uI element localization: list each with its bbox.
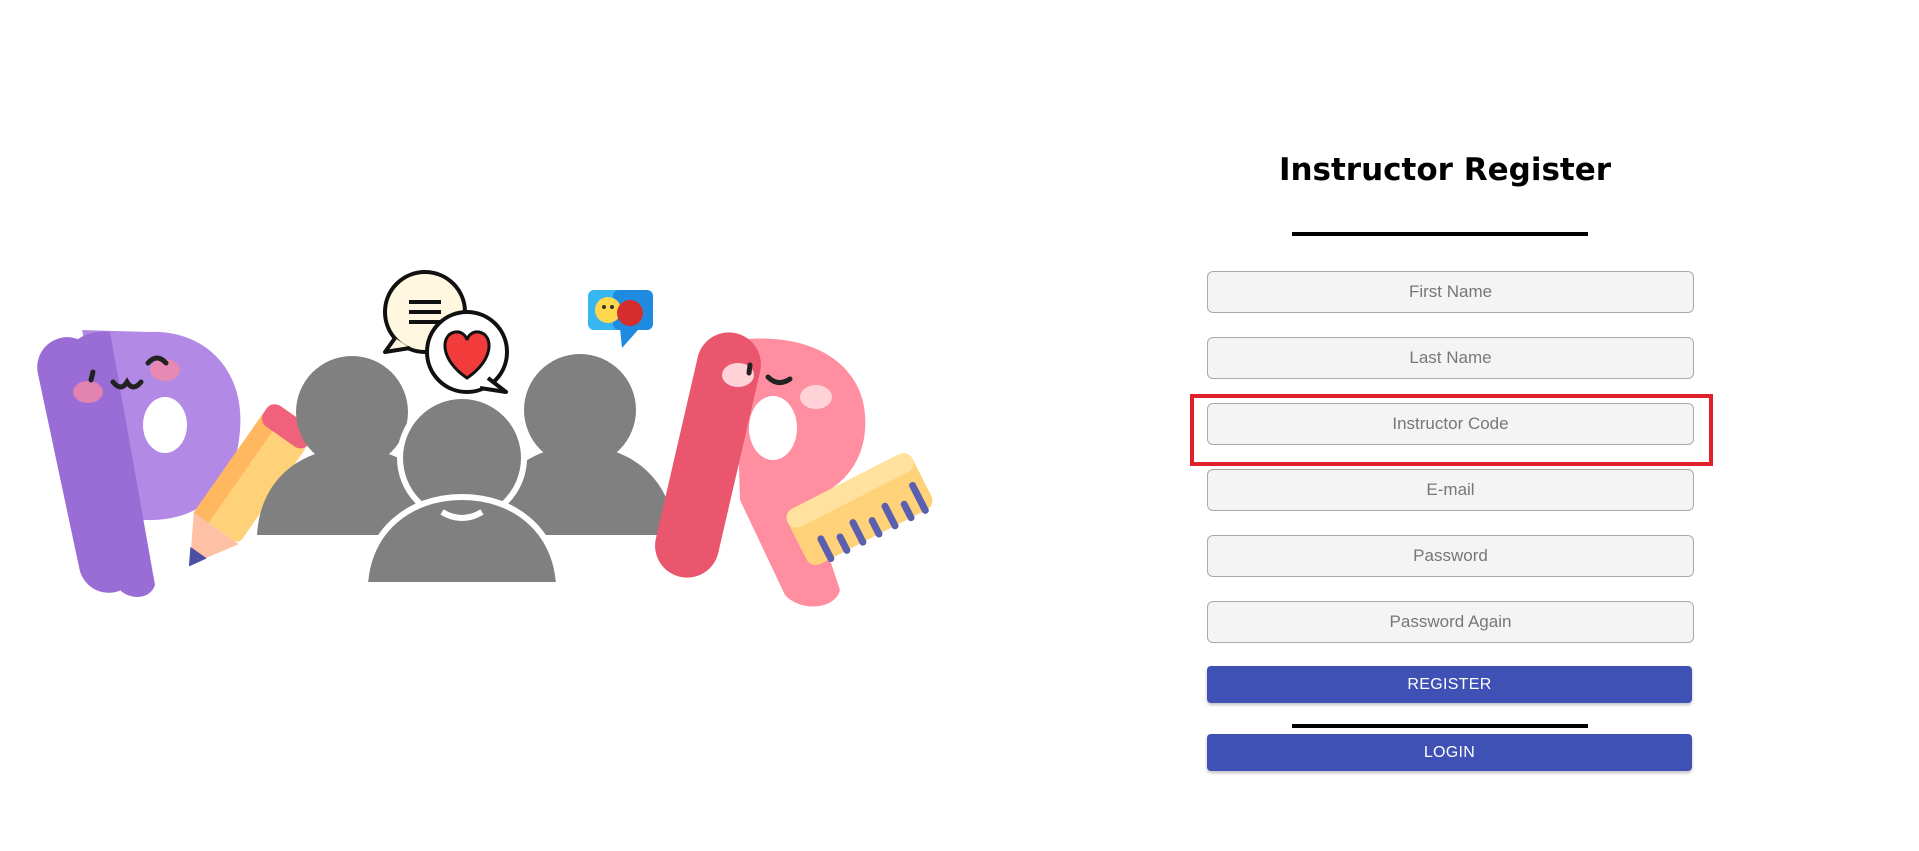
title-divider bbox=[1292, 232, 1588, 236]
last-name-field[interactable] bbox=[1207, 337, 1694, 379]
heart-bubble-icon bbox=[425, 310, 509, 394]
letter-p-icon bbox=[37, 330, 241, 597]
register-button[interactable]: REGISTER bbox=[1207, 666, 1692, 703]
button-divider bbox=[1292, 724, 1588, 728]
emoji-masks-icon bbox=[588, 290, 653, 348]
hero-illustration bbox=[0, 0, 1000, 851]
instructor-code-field[interactable] bbox=[1207, 403, 1694, 445]
letter-r-icon bbox=[655, 332, 866, 607]
email-field[interactable] bbox=[1207, 469, 1694, 511]
page-title: Instructor Register bbox=[1278, 152, 1612, 188]
first-name-field[interactable] bbox=[1207, 271, 1694, 313]
password-again-field[interactable] bbox=[1207, 601, 1694, 643]
login-button[interactable]: LOGIN bbox=[1207, 734, 1692, 771]
password-field[interactable] bbox=[1207, 535, 1694, 577]
